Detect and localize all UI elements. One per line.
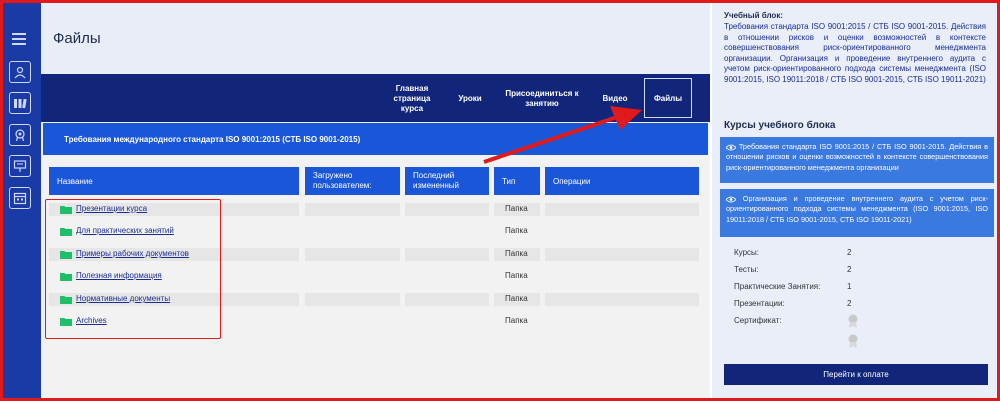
stat-courses-value: 2	[847, 248, 852, 257]
annotation-highlight-box	[45, 199, 221, 339]
nav-home[interactable]: Главная страница курса	[387, 84, 437, 114]
column-header-uploaded[interactable]: Загружено пользователем:	[305, 167, 400, 195]
certificate-icon[interactable]	[9, 124, 31, 146]
nav-lessons[interactable]: Уроки	[453, 94, 487, 104]
medal-icon	[848, 334, 858, 348]
calendar-icon[interactable]	[9, 187, 31, 209]
go-to-payment-button[interactable]: Перейти к оплате	[724, 364, 988, 385]
page-title: Файлы	[53, 30, 101, 47]
stat-practice-value: 1	[847, 282, 852, 291]
profile-icon[interactable]	[9, 61, 31, 83]
column-header-operations: Операции	[545, 167, 699, 195]
block-title: Учебный блок:	[724, 11, 783, 20]
course-navbar: Главная страница курса Уроки Присоединит…	[41, 74, 710, 122]
course-banner: Требования международного стандарта ISO …	[43, 123, 708, 155]
row-type: Папка	[505, 316, 528, 325]
row-type: Папка	[505, 249, 528, 258]
courses-title: Курсы учебного блока	[724, 120, 836, 131]
course-card[interactable]: Требования стандарта ISO 9001:2015 / СТБ…	[720, 137, 994, 183]
eye-icon	[726, 196, 736, 202]
column-header-last-modified[interactable]: Последний измененный	[405, 167, 489, 195]
course-card-text: Организация и проведение внутреннего ауд…	[726, 194, 988, 224]
nav-join[interactable]: Присоединиться к занятию	[503, 89, 581, 109]
presentation-icon[interactable]	[9, 155, 31, 177]
course-card[interactable]: Организация и проведение внутреннего ауд…	[720, 189, 994, 237]
column-header-type[interactable]: Тип	[494, 167, 540, 195]
library-icon[interactable]	[9, 92, 31, 114]
row-type: Папка	[505, 294, 528, 303]
stat-presentations-label: Презентации:	[734, 299, 785, 308]
stat-certificate-label: Сертификат:	[734, 316, 782, 325]
row-type: Папка	[505, 204, 528, 213]
stat-tests-value: 2	[847, 265, 852, 274]
stat-courses-label: Курсы:	[734, 248, 759, 257]
medal-icon	[848, 314, 858, 328]
course-card-text: Требования стандарта ISO 9001:2015 / СТБ…	[726, 142, 988, 172]
row-type: Папка	[505, 226, 528, 235]
stat-tests-label: Тесты:	[734, 265, 759, 274]
course-banner-title: Требования международного стандарта ISO …	[64, 135, 361, 144]
block-description: Требования стандарта ISO 9001:2015 / СТБ…	[724, 22, 986, 84]
right-panel: Учебный блок: Требования стандарта ISO 9…	[712, 3, 997, 398]
menu-icon[interactable]	[12, 33, 26, 45]
row-type: Папка	[505, 271, 528, 280]
nav-video[interactable]: Видео	[597, 94, 633, 104]
nav-files[interactable]: Файлы	[644, 78, 692, 118]
stat-practice-label: Практические Занятия:	[734, 282, 821, 291]
eye-icon	[726, 144, 736, 150]
page-header: Файлы	[41, 3, 710, 74]
stat-presentations-value: 2	[847, 299, 852, 308]
column-header-name[interactable]: Название	[49, 167, 299, 195]
left-sidebar	[3, 3, 41, 398]
